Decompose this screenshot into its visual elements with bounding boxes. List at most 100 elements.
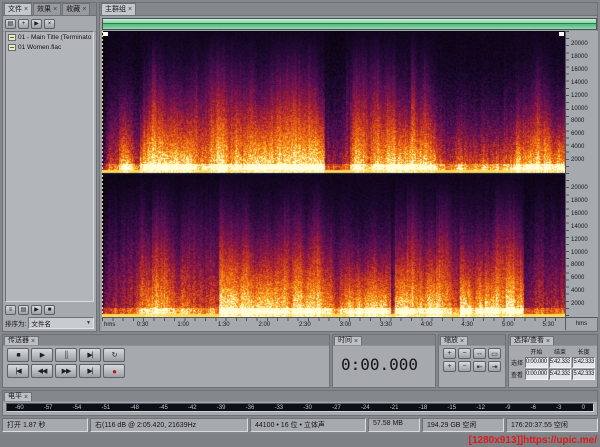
sort-by-label: 排序为: xyxy=(5,318,26,328)
close-icon[interactable]: × xyxy=(546,338,550,345)
go-to-end-button[interactable]: ▶| xyxy=(79,364,101,378)
filter-files-button[interactable]: ▤ xyxy=(18,305,29,315)
view-end-value[interactable]: 5:42.333 xyxy=(549,369,572,380)
zoom-out-vertical-button[interactable]: − xyxy=(458,361,471,372)
audition-window: 文件 × 效果 × 收藏 × ▤ + ▶ × 01 - Main Title (… xyxy=(0,0,600,447)
import-file-button[interactable]: ▤ xyxy=(5,19,16,29)
zoom-panel: 缩放 × + − ↔ ▭ + − ⇤ ⇥ xyxy=(438,334,506,388)
selection-start-value[interactable]: 0:00.000 xyxy=(525,357,548,368)
levels-tab[interactable]: 电平 × xyxy=(4,392,32,401)
stop-preview-button[interactable]: ■ xyxy=(44,305,55,315)
spectral-display-area xyxy=(102,31,565,317)
close-icon[interactable]: × xyxy=(31,338,35,345)
db-scale: -60 -57 -54 -51 -48 -45 -42 -39 -36 -33 -30 -27 -24-… xyxy=(7,404,593,411)
rewind-button[interactable]: ◀◀ xyxy=(31,364,53,378)
tab-files[interactable]: 文件 × xyxy=(4,3,32,15)
files-panel: 文件 × 效果 × 收藏 × ▤ + ▶ × 01 - Main Title (… xyxy=(2,2,97,332)
file-name: 01 Women.flac xyxy=(18,44,61,51)
go-to-start-button[interactable]: |◀ xyxy=(7,364,29,378)
zoom-out-horizontal-button[interactable]: − xyxy=(458,348,471,359)
freq-tick-label: 14000 xyxy=(571,80,588,86)
go-to-start-icon: |◀ xyxy=(15,367,20,375)
main-tabbar: 主群组 × xyxy=(100,3,597,16)
time-panel: 时间 × 0:00.000 xyxy=(332,334,436,388)
selection-end-value[interactable]: 5:42.333 xyxy=(549,357,572,368)
time-tick-label: 0:30 xyxy=(137,322,149,328)
db-scale-label: -42 xyxy=(188,405,197,411)
pause-button[interactable]: ║ xyxy=(55,348,77,362)
delete-file-button[interactable]: × xyxy=(44,19,55,29)
zoom-in-vertical-icon: + xyxy=(447,363,451,370)
time-tick-label: 4:30 xyxy=(461,322,473,328)
close-icon[interactable]: × xyxy=(24,394,28,401)
tab-favorites[interactable]: 收藏 × xyxy=(62,3,90,15)
files-list: 01 - Main Title (Terminato 01 Women.flac xyxy=(5,31,94,302)
close-icon[interactable]: × xyxy=(128,6,132,13)
close-icon[interactable]: × xyxy=(82,6,86,13)
selview-header: 选择/查看 × xyxy=(509,335,597,346)
sort-select[interactable]: 文件名 ▼ xyxy=(28,317,94,329)
stop-button[interactable]: ■ xyxy=(7,348,29,362)
play-button[interactable]: ▶ xyxy=(31,348,53,362)
time-ruler[interactable]: hms 0:30 1:00 1:30 2:00 2:30 3:00 3:30 4:00 4:30… xyxy=(102,317,565,331)
selection-handle-right[interactable] xyxy=(559,32,564,36)
play-to-end-icon: ▶| xyxy=(87,351,92,359)
status-time-free: 176:20:37.55 空闲 xyxy=(506,418,598,432)
auto-play-button[interactable]: ▶ xyxy=(31,305,42,315)
waveform-overview-bar[interactable] xyxy=(102,18,597,30)
zoom-to-selection-button[interactable]: ▭ xyxy=(488,348,501,359)
db-scale-label: -36 xyxy=(246,405,255,411)
zoom-full-button[interactable]: ↔ xyxy=(473,348,486,359)
playhead-line[interactable] xyxy=(102,31,103,317)
row-label-selection: 选择 xyxy=(511,357,524,368)
time-tick-label: 2:30 xyxy=(299,322,311,328)
files-panel-footer: ≡ ▤ ▶ ■ 排序为: 文件名 ▼ xyxy=(5,303,94,329)
new-file-button[interactable]: + xyxy=(18,19,29,29)
record-button[interactable]: ● xyxy=(103,364,125,378)
zoom-right-edge-icon: ⇥ xyxy=(492,363,498,371)
play-preview-button[interactable]: ▶ xyxy=(31,19,42,29)
spectral-display[interactable] xyxy=(102,31,565,317)
zoom-out-icon: − xyxy=(462,350,466,357)
db-scale-label: -6 xyxy=(531,405,536,411)
selview-corner xyxy=(511,347,524,356)
tab-main-group[interactable]: 主群组 × xyxy=(101,3,136,15)
close-icon[interactable]: × xyxy=(354,338,358,345)
transport-title: 传送器 xyxy=(8,337,29,345)
loop-play-button[interactable]: ↻ xyxy=(103,348,125,362)
selection-handle-left[interactable] xyxy=(103,32,108,36)
play-to-end-button[interactable]: ▶| xyxy=(79,348,101,362)
tab-effects[interactable]: 效果 × xyxy=(33,3,61,15)
zoom-in-vertical-button[interactable]: + xyxy=(443,361,456,372)
zoom-right-edge-button[interactable]: ⇥ xyxy=(488,361,501,372)
view-length-value[interactable]: 5:42.333 xyxy=(572,369,595,380)
fast-forward-icon: ▶▶ xyxy=(62,367,71,375)
selection-length-value[interactable]: 5:42.333 xyxy=(572,357,595,368)
frequency-ruler[interactable]: 20000 18000 16000 14000 12000 10000 8000 6000 40… xyxy=(565,31,598,317)
zoom-in-icon: + xyxy=(447,350,451,357)
close-icon[interactable]: × xyxy=(460,338,464,345)
close-icon[interactable]: × xyxy=(24,6,28,13)
zoom-left-edge-icon: ⇤ xyxy=(477,363,483,371)
file-list-item[interactable]: 01 Women.flac xyxy=(6,42,93,52)
transport-tab[interactable]: 传送器 × xyxy=(4,336,39,345)
view-start-value[interactable]: 0:00.000 xyxy=(525,369,548,380)
file-list-item[interactable]: 01 - Main Title (Terminato xyxy=(6,32,93,42)
zoom-tab[interactable]: 缩放 × xyxy=(440,336,468,345)
zoom-left-edge-button[interactable]: ⇤ xyxy=(473,361,486,372)
fast-forward-button[interactable]: ▶▶ xyxy=(55,364,77,378)
zoom-in-horizontal-button[interactable]: + xyxy=(443,348,456,359)
time-display: 0:00.000 xyxy=(341,355,418,374)
audio-file-icon xyxy=(8,34,16,41)
row-label-view: 查看 xyxy=(511,369,524,380)
time-tick-label: 3:30 xyxy=(380,322,392,328)
zoom-title: 缩放 xyxy=(444,337,458,345)
time-tab[interactable]: 时间 × xyxy=(334,336,362,345)
frequency-labels-left-channel: 20000 18000 16000 14000 12000 10000 8000 6000 40… xyxy=(566,31,598,173)
close-icon[interactable]: × xyxy=(53,6,57,13)
tab-effects-label: 效果 xyxy=(37,5,51,14)
level-meter[interactable]: -60 -57 -54 -51 -48 -45 -42 -39 -36 -33 -30 -27 -24-… xyxy=(6,403,594,412)
show-options-button[interactable]: ≡ xyxy=(5,305,16,315)
selview-tab[interactable]: 选择/查看 × xyxy=(510,336,554,345)
freq-tick-label: 18000 xyxy=(571,198,588,204)
